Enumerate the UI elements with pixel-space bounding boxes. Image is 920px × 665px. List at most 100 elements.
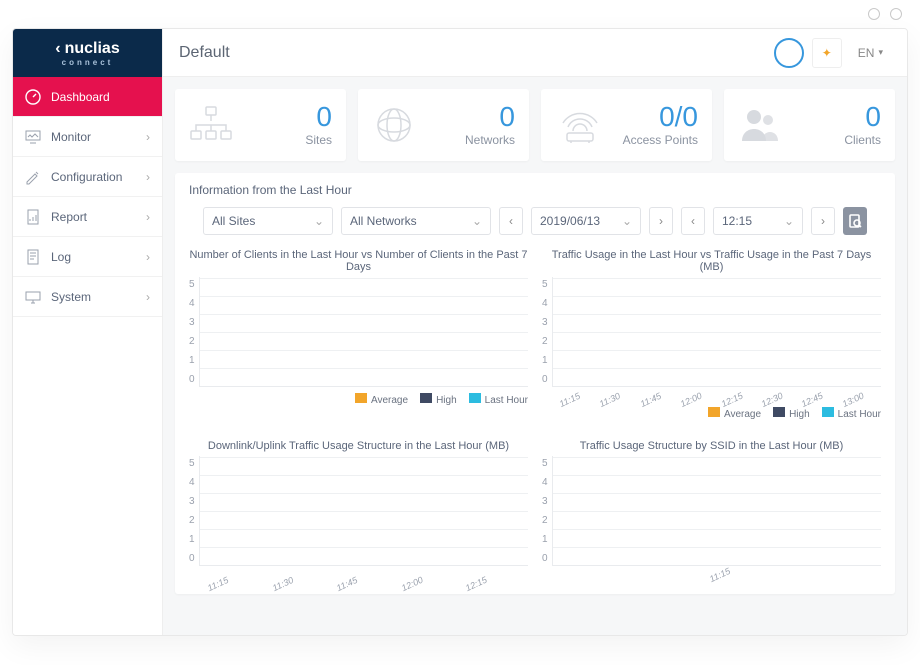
time-select[interactable]: 12:15 ⌄ xyxy=(713,207,803,235)
tools-button[interactable]: ✦ xyxy=(812,38,842,68)
y-axis: 543 210 xyxy=(542,277,552,387)
chart-legend: Average High Last Hour xyxy=(189,393,528,406)
chart-area xyxy=(199,456,528,566)
x-axis: 11:15 xyxy=(542,566,881,580)
sites-icon xyxy=(189,105,233,145)
sidebar: ‹ nuclias connect Dashboard Monitor › Co… xyxy=(13,29,163,635)
sidebar-item-system[interactable]: System › xyxy=(13,277,162,317)
chevron-right-icon: › xyxy=(146,210,150,224)
window-control-min[interactable] xyxy=(868,8,880,20)
select-value: All Networks xyxy=(350,214,417,228)
brand-chevron-icon: ‹ xyxy=(55,40,60,58)
sidebar-label: System xyxy=(51,290,91,304)
wand-icon: ✦ xyxy=(822,46,832,60)
chevron-down-icon: ⌄ xyxy=(314,214,324,228)
chevron-right-icon: › xyxy=(146,250,150,264)
language-selector[interactable]: EN ▾ xyxy=(850,46,891,60)
chevron-down-icon: ▾ xyxy=(878,47,883,58)
select-value: 12:15 xyxy=(722,214,752,228)
window-control-max[interactable] xyxy=(890,8,902,20)
system-icon xyxy=(25,289,41,305)
sidebar-label: Report xyxy=(51,210,87,224)
card-networks[interactable]: 0 Networks xyxy=(358,89,529,161)
user-avatar[interactable] xyxy=(774,38,804,68)
window-titlebar xyxy=(0,0,920,28)
time-prev-button[interactable]: ‹ xyxy=(681,207,705,235)
date-select[interactable]: 2019/06/13 ⌄ xyxy=(531,207,641,235)
card-sites[interactable]: 0 Sites xyxy=(175,89,346,161)
site-select[interactable]: All Sites ⌄ xyxy=(203,207,333,235)
clients-icon xyxy=(738,105,782,145)
x-axis: 11:1511:3011:45 12:0012:15 xyxy=(189,566,528,580)
chart-title: Traffic Usage Structure by SSID in the L… xyxy=(542,440,881,452)
card-label: Sites xyxy=(305,133,332,147)
chart-ssid: Traffic Usage Structure by SSID in the L… xyxy=(542,434,881,580)
sidebar-label: Monitor xyxy=(51,130,91,144)
config-icon xyxy=(25,169,41,185)
card-value: 0 xyxy=(844,103,881,131)
chevron-right-icon: › xyxy=(146,290,150,304)
chevron-right-icon: › xyxy=(146,130,150,144)
chevron-down-icon: ⌄ xyxy=(472,214,482,228)
log-icon xyxy=(25,249,41,265)
select-value: 2019/06/13 xyxy=(540,214,600,228)
card-value: 0 xyxy=(305,103,332,131)
sidebar-item-configuration[interactable]: Configuration › xyxy=(13,157,162,197)
y-axis: 543 210 xyxy=(189,277,199,387)
card-label: Clients xyxy=(844,133,881,147)
ap-icon xyxy=(555,105,605,145)
chart-title: Downlink/Uplink Traffic Usage Structure … xyxy=(189,440,528,452)
chart-legend: Average High Last Hour xyxy=(542,407,881,420)
chevron-down-icon: ⌄ xyxy=(784,214,794,228)
sidebar-item-report[interactable]: Report › xyxy=(13,197,162,237)
card-clients[interactable]: 0 Clients xyxy=(724,89,895,161)
chart-area xyxy=(199,277,528,387)
sidebar-label: Dashboard xyxy=(51,90,110,104)
chart-area xyxy=(552,456,881,566)
filter-row: All Sites ⌄ All Networks ⌄ ‹ 2019/06/13 … xyxy=(189,207,881,235)
lang-label: EN xyxy=(858,46,875,60)
time-next-button[interactable]: › xyxy=(811,207,835,235)
chevron-right-icon: › xyxy=(659,214,663,228)
apply-button[interactable] xyxy=(843,207,867,235)
chevron-right-icon: › xyxy=(146,170,150,184)
brand-name: nuclias xyxy=(65,40,120,58)
brand-sub: connect xyxy=(62,58,114,67)
page-title: Default xyxy=(179,44,230,62)
chevron-down-icon: ⌄ xyxy=(622,214,632,228)
info-panel: Information from the Last Hour All Sites… xyxy=(175,173,895,594)
report-icon xyxy=(25,209,41,225)
dashboard-icon xyxy=(25,89,41,105)
sidebar-item-monitor[interactable]: Monitor › xyxy=(13,117,162,157)
date-prev-button[interactable]: ‹ xyxy=(499,207,523,235)
y-axis: 543 210 xyxy=(189,456,199,566)
networks-icon xyxy=(372,105,416,145)
sidebar-item-log[interactable]: Log › xyxy=(13,237,162,277)
chart-traffic: Traffic Usage in the Last Hour vs Traffi… xyxy=(542,243,881,420)
network-select[interactable]: All Networks ⌄ xyxy=(341,207,491,235)
chart-area xyxy=(552,277,881,387)
sidebar-label: Log xyxy=(51,250,71,264)
chart-title: Number of Clients in the Last Hour vs Nu… xyxy=(189,249,528,273)
chart-clients: Number of Clients in the Last Hour vs Nu… xyxy=(189,243,528,420)
y-axis: 543 210 xyxy=(542,456,552,566)
topbar: Default ✦ EN ▾ xyxy=(163,29,907,77)
panel-title: Information from the Last Hour xyxy=(189,183,881,197)
monitor-icon xyxy=(25,129,41,145)
card-label: Networks xyxy=(465,133,515,147)
date-next-button[interactable]: › xyxy=(649,207,673,235)
chevron-left-icon: ‹ xyxy=(509,214,513,228)
chart-title: Traffic Usage in the Last Hour vs Traffi… xyxy=(542,249,881,273)
card-value: 0 xyxy=(465,103,515,131)
brand: ‹ nuclias connect xyxy=(13,29,162,77)
chevron-left-icon: ‹ xyxy=(691,214,695,228)
chevron-right-icon: › xyxy=(821,214,825,228)
chart-downlink-uplink: Downlink/Uplink Traffic Usage Structure … xyxy=(189,434,528,580)
sidebar-item-dashboard[interactable]: Dashboard xyxy=(13,77,162,117)
card-label: Access Points xyxy=(623,133,698,147)
sidebar-label: Configuration xyxy=(51,170,122,184)
card-access-points[interactable]: 0/0 Access Points xyxy=(541,89,712,161)
summary-cards: 0 Sites 0 Networks xyxy=(175,89,895,161)
search-icon xyxy=(848,214,862,228)
x-axis: 11:1511:3011:4512:00 12:1512:3012:4513:0… xyxy=(542,387,881,401)
